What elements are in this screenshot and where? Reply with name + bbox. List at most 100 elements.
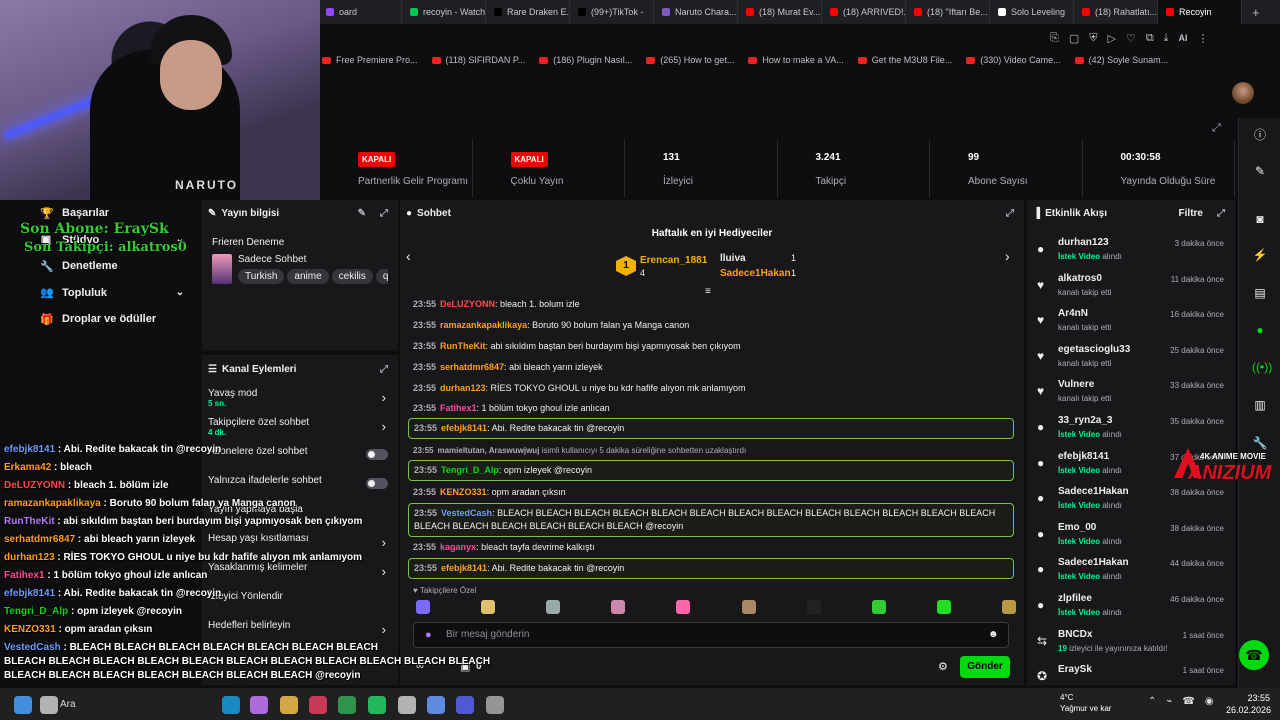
message-user[interactable]: efebjk8141 [441, 423, 487, 433]
feed-event[interactable]: ● durhan123 3 dakika önce İstek Video alınd… [1027, 237, 1235, 272]
feed-event[interactable]: ♥ alkatros0 11 dakika önce kanalı takip ett… [1027, 273, 1235, 308]
sidebar-item[interactable]: 👥 Topluluk ⌄ [0, 280, 200, 307]
emote-icon[interactable] [416, 600, 430, 614]
emote-icon[interactable] [546, 600, 561, 614]
edit-icon[interactable]: ✎ [358, 208, 366, 219]
category-thumbnail[interactable] [212, 254, 232, 284]
message-user[interactable]: KENZO331 [440, 487, 487, 497]
new-tab-icon[interactable]: + [1242, 5, 1260, 20]
message-user[interactable]: VestedCash [441, 508, 492, 518]
lightning-icon[interactable]: ⚡ [1252, 248, 1268, 264]
event-user[interactable]: egetascioglu33 [1058, 344, 1130, 355]
message-user[interactable]: Fatihex1 [440, 403, 477, 413]
popout-icon[interactable]: ⤢ [380, 364, 388, 375]
sidebar-item[interactable]: 🔧 Denetleme [0, 253, 200, 280]
toggle-switch[interactable] [366, 478, 388, 489]
weather-widget[interactable]: 4°C Yağmur ve kar [1060, 692, 1111, 714]
bookmark-item[interactable]: (118) SIFIRDAN P... [431, 55, 525, 65]
chrome-icon[interactable] [338, 696, 356, 714]
message-user[interactable]: RunTheKit [440, 341, 486, 351]
explorer-icon[interactable] [280, 696, 298, 714]
message-user[interactable]: ramazankapaklikaya [440, 320, 527, 330]
tag-chip[interactable]: anime [287, 269, 329, 284]
category-name[interactable]: Sadece Sohbet [238, 254, 388, 265]
chat-input[interactable]: Bir mesaj gönderin [413, 622, 1009, 648]
app-icon[interactable] [427, 696, 445, 714]
feed-event[interactable]: ● 33_ryn2a_3 35 dakika önce İstek Video alı… [1027, 415, 1235, 450]
feed-event[interactable]: ● Emo_00 38 dakika önce İstek Video alındı [1027, 522, 1235, 557]
feed-event[interactable]: ● Sadece1Hakan 38 dakika önce İstek Video a… [1027, 486, 1235, 521]
message-user[interactable]: kaganyx [440, 542, 476, 552]
mic-icon[interactable]: ● [425, 629, 432, 641]
message-user[interactable]: Tengri_D_Alp [441, 465, 499, 475]
event-user[interactable]: zlpfilee [1058, 593, 1092, 604]
feed-event[interactable]: ♥ Ar4nN 16 dakika önce kanalı takip etti [1027, 308, 1235, 343]
browser-tab[interactable]: oard [318, 0, 402, 24]
emote-icon[interactable] [741, 600, 756, 614]
browser-tab[interactable]: Solo Leveling [990, 0, 1074, 24]
feed-event[interactable]: ♥ egetascioglu33 25 dakika önce kanalı taki… [1027, 344, 1235, 379]
extensions-icon[interactable]: ⧉ [1146, 32, 1154, 45]
event-user[interactable]: alkatros0 [1058, 273, 1102, 284]
copilot-icon[interactable] [250, 696, 268, 714]
gifter-name[interactable]: Sadece1Hakan [720, 268, 791, 279]
event-user[interactable]: 33_ryn2a_3 [1058, 415, 1113, 426]
popout-icon[interactable]: ⤢ [1212, 122, 1221, 135]
emote-icon[interactable] [806, 600, 821, 614]
search-label[interactable]: Ara [60, 699, 76, 710]
browser-tab[interactable]: (99+)TikTok - [570, 0, 654, 24]
channel-action-item[interactable]: Takipçilere özel sohbet 4 dk. › [202, 411, 398, 440]
edge-icon[interactable] [222, 696, 240, 714]
event-user[interactable]: efebjk8141 [1058, 451, 1109, 462]
screenshot-icon[interactable]: ▢ [1069, 32, 1079, 45]
feed-event[interactable]: ♥ Vulnere 33 dakika önce kanalı takip etti [1027, 379, 1235, 414]
browser-tab[interactable]: (18) ARRIVED!... [822, 0, 906, 24]
steam-icon[interactable] [486, 696, 504, 714]
browser-tab[interactable]: (18) "Iftarı Be... [906, 0, 990, 24]
avatar[interactable] [1232, 82, 1254, 104]
event-user[interactable]: BNCDx [1058, 629, 1092, 640]
edit-icon[interactable]: ✎ [1252, 164, 1268, 180]
event-user[interactable]: Sadece1Hakan [1058, 557, 1129, 568]
download-icon[interactable]: ⤓ [1164, 32, 1169, 45]
info-icon[interactable]: ⓘ [1252, 126, 1268, 142]
event-user[interactable]: durhan123 [1058, 237, 1109, 248]
message-user[interactable]: DeLUZYONN [440, 299, 495, 309]
event-user[interactable]: Sadece1Hakan [1058, 486, 1129, 497]
clock[interactable]: 23:55 26.02.2026 [1226, 692, 1271, 716]
browser-tab[interactable]: Rare Draken E... [486, 0, 570, 24]
message-user[interactable]: efebjk8141 [441, 563, 487, 573]
bookmark-item[interactable]: How to make a VA... [748, 55, 844, 65]
emote-icon[interactable] [871, 600, 886, 614]
emote-icon[interactable] [676, 600, 691, 614]
document-icon[interactable]: ▤ [1252, 286, 1268, 302]
tag-chip[interactable]: cekilis [331, 269, 373, 284]
toggle-switch[interactable] [366, 449, 388, 460]
emote-icon[interactable] [481, 600, 496, 614]
help-button[interactable]: ☎ [1239, 640, 1269, 670]
feed-event[interactable]: ● Sadece1Hakan 44 dakika önce İstek Video a… [1027, 557, 1235, 592]
layout-icon[interactable]: ▥ [1252, 398, 1268, 414]
emoji-icon[interactable]: ☻ [988, 629, 999, 640]
feed-event[interactable]: ● zlpfilee 46 dakika önce İstek Video alınd… [1027, 593, 1235, 628]
popout-icon[interactable]: ⤢ [1006, 208, 1014, 219]
emote-icon[interactable] [1001, 600, 1016, 614]
filter-button[interactable]: Filtre [1179, 208, 1203, 219]
message-user[interactable]: durhan123 [440, 383, 486, 393]
camera-icon[interactable]: ◙ [1252, 212, 1268, 228]
bookmark-item[interactable]: Get the M3U8 File... [857, 55, 952, 65]
gifter-name[interactable]: Erencan_1881 [640, 255, 707, 266]
tag-chip[interactable]: Turkish [238, 269, 285, 284]
bookmark-icon[interactable]: ⎘ [1050, 32, 1059, 45]
bookmark-item[interactable]: (265) How to get... [646, 55, 734, 65]
browser-tab[interactable]: Recoyin [1158, 0, 1242, 24]
event-user[interactable]: Ar4nN [1058, 308, 1088, 319]
feed-event[interactable]: ⇆ BNCDx 1 saat önce 19 izleyici ile yayının… [1027, 629, 1235, 664]
broadcast-icon[interactable]: ((•)) [1252, 360, 1272, 376]
system-tray[interactable]: ⌃⌁☎◉ [1148, 696, 1224, 707]
windows-icon[interactable] [14, 696, 32, 714]
popout-icon[interactable]: ⤢ [380, 208, 388, 219]
browser-tab[interactable]: (18) Murat Ev... [738, 0, 822, 24]
instagram-icon[interactable] [309, 696, 327, 714]
heart-icon[interactable]: ♡ [1126, 32, 1136, 45]
